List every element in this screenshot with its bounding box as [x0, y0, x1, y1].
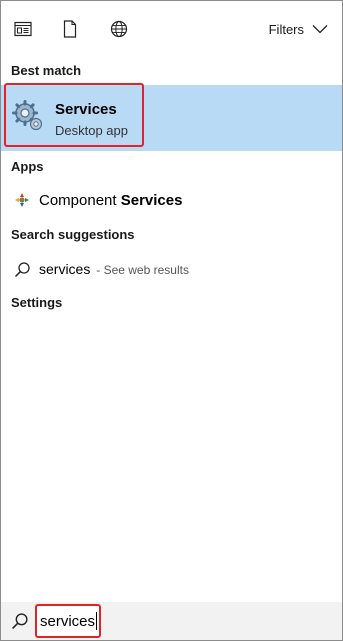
- component-services-label: Component Services: [39, 192, 182, 209]
- settings-heading: Settings: [11, 295, 63, 310]
- web-suggestion-services[interactable]: services - See web results: [1, 253, 342, 285]
- search-icon: [13, 260, 31, 278]
- search-input[interactable]: services: [35, 604, 101, 638]
- component-services-icon: [13, 191, 31, 209]
- suggestion-hint: - See web results: [96, 263, 189, 277]
- component-services-match: Services: [120, 191, 183, 209]
- suggestion-query: services: [39, 261, 91, 277]
- suggestion-text: services - See web results: [39, 261, 189, 277]
- taskbar-search-bar: services: [1, 602, 342, 640]
- chevron-down-icon: [312, 25, 328, 34]
- filters-label: Filters: [268, 21, 304, 37]
- best-match-highlight-box: [4, 83, 144, 147]
- component-services-prefix: Component: [39, 191, 121, 209]
- start-search-panel: Filters Best match Services Desktop app …: [0, 0, 343, 641]
- web-icon[interactable]: [109, 19, 129, 39]
- search-suggestions-heading: Search suggestions: [11, 227, 135, 242]
- search-input-value: services: [40, 612, 96, 630]
- text-caret: [96, 612, 98, 630]
- filters-button[interactable]: Filters: [269, 19, 328, 39]
- apps-heading: Apps: [11, 159, 44, 174]
- file-icon[interactable]: [60, 19, 80, 39]
- best-match-heading: Best match: [11, 63, 82, 78]
- documents-icon[interactable]: [13, 19, 33, 39]
- filter-bar: Filters: [1, 1, 342, 57]
- app-result-component-services[interactable]: Component Services: [1, 184, 342, 216]
- search-icon: [12, 613, 28, 629]
